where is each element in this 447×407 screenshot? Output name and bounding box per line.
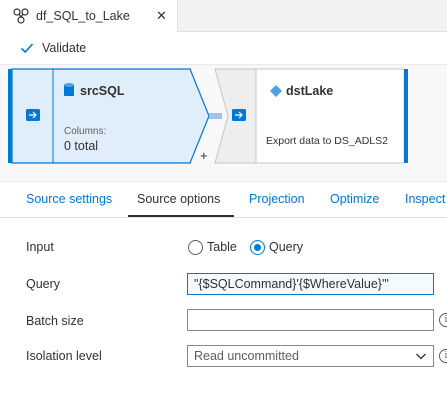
sql-database-icon bbox=[64, 83, 74, 96]
sink-right-edge bbox=[404, 69, 408, 163]
canvas-graphics: + bbox=[8, 68, 408, 164]
isolation-level-label: Isolation level bbox=[26, 349, 102, 363]
batch-size-input[interactable] bbox=[187, 309, 434, 331]
validate-button[interactable]: Validate bbox=[20, 41, 86, 55]
radio-query[interactable] bbox=[250, 240, 265, 255]
sink-node-description: Export data to DS_ADLS2 bbox=[266, 135, 388, 147]
source-node-title: srcSQL bbox=[80, 84, 125, 98]
tab-source-settings[interactable]: Source settings bbox=[26, 192, 112, 206]
info-icon[interactable]: i bbox=[439, 313, 447, 327]
active-tab-indicator bbox=[128, 215, 234, 217]
document-tab-strip: df_SQL_to_Lake ✕ bbox=[0, 0, 447, 32]
sink-node-title: dstLake bbox=[286, 84, 334, 98]
query-input[interactable]: "{$SQLCommand}'{$WhereValue}'" bbox=[187, 273, 434, 295]
config-tabs: Source settings Source options Projectio… bbox=[0, 182, 447, 218]
dataflow-tab[interactable]: df_SQL_to_Lake ✕ bbox=[0, 0, 178, 32]
chevron-down-icon bbox=[416, 353, 426, 360]
dataflow-canvas[interactable]: + srcSQL Columns: 0 total dstLake Export… bbox=[0, 64, 447, 182]
dataflow-icon bbox=[13, 8, 29, 24]
batch-size-label: Batch size bbox=[26, 314, 84, 328]
radio-table-label[interactable]: Table bbox=[207, 240, 237, 254]
input-label: Input bbox=[26, 240, 54, 254]
validate-label: Validate bbox=[42, 41, 87, 55]
tab-optimize[interactable]: Optimize bbox=[330, 192, 379, 206]
source-columns-value: 0 total bbox=[64, 139, 99, 153]
source-columns-label: Columns: bbox=[64, 126, 107, 137]
config-pane: Source settings Source options Projectio… bbox=[0, 182, 447, 407]
tab-source-options[interactable]: Source options bbox=[137, 192, 220, 206]
tab-projection[interactable]: Projection bbox=[249, 192, 305, 206]
tab-inspect[interactable]: Inspect bbox=[405, 192, 445, 206]
isolation-level-select[interactable]: Read uncommitted bbox=[187, 345, 434, 367]
toolbar: Validate bbox=[0, 33, 447, 63]
radio-query-label[interactable]: Query bbox=[269, 240, 303, 254]
isolation-level-value: Read uncommitted bbox=[194, 349, 299, 363]
checkmark-icon bbox=[20, 43, 34, 54]
tab-title: df_SQL_to_Lake bbox=[36, 9, 130, 23]
add-transform-icon[interactable]: + bbox=[200, 148, 208, 163]
query-label: Query bbox=[26, 277, 61, 291]
close-icon[interactable]: ✕ bbox=[156, 8, 167, 24]
radio-table[interactable] bbox=[188, 240, 203, 255]
info-icon-isolation[interactable]: i bbox=[439, 349, 447, 363]
